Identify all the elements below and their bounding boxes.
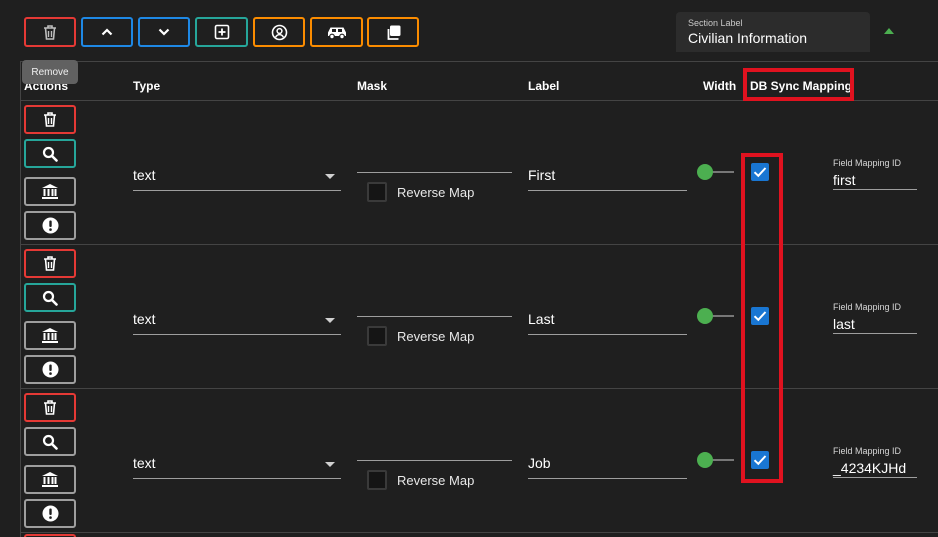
exclamation-icon xyxy=(42,361,58,378)
caret-down-icon xyxy=(325,318,335,323)
type-select-value: text xyxy=(133,167,156,183)
mask-input[interactable] xyxy=(357,460,512,461)
type-select[interactable]: text xyxy=(133,445,341,479)
person-button[interactable] xyxy=(253,17,305,47)
search-icon xyxy=(42,434,58,450)
car-icon xyxy=(327,27,346,39)
trash-icon xyxy=(44,112,56,127)
type-select[interactable]: text xyxy=(133,157,341,191)
label-input-value: First xyxy=(528,167,556,183)
section-label-caption: Section Label xyxy=(688,18,743,28)
label-input[interactable]: Last xyxy=(528,301,687,335)
chevron-up-icon xyxy=(101,28,113,36)
table-border-top xyxy=(20,61,938,62)
reverse-map-checkbox[interactable] xyxy=(367,326,387,346)
section-label-field[interactable]: Section Label Civilian Information xyxy=(676,12,870,52)
field-mapping-value: first xyxy=(833,172,856,188)
caret-down-icon xyxy=(325,174,335,179)
reverse-map-checkbox[interactable] xyxy=(367,470,387,490)
mask-input[interactable] xyxy=(357,172,512,173)
delete-field-button[interactable] xyxy=(24,393,76,422)
vehicle-button[interactable] xyxy=(310,17,363,47)
bank-icon xyxy=(42,472,58,487)
table-row: text Reverse Map First Field Mapping ID firs… xyxy=(20,101,938,245)
label-input[interactable]: First xyxy=(528,157,687,191)
field-mapping-input[interactable]: first xyxy=(833,170,917,190)
copy-button[interactable] xyxy=(367,17,419,47)
width-slider-thumb[interactable] xyxy=(697,308,713,324)
mask-input[interactable] xyxy=(357,316,512,317)
reverse-map-label[interactable]: Reverse Map xyxy=(397,185,474,200)
type-select[interactable]: text xyxy=(133,301,341,335)
header-label: Label xyxy=(528,79,560,93)
delete-field-button[interactable] xyxy=(24,249,76,278)
bank-icon xyxy=(42,184,58,199)
trash-icon xyxy=(44,400,56,415)
table-row: text Reverse Map Job Field Mapping ID _4234K… xyxy=(20,389,938,533)
label-input-value: Job xyxy=(528,455,551,471)
plus-square-icon xyxy=(214,24,229,40)
delete-section-button[interactable] xyxy=(24,17,76,47)
reverse-map-checkbox[interactable] xyxy=(367,182,387,202)
bank-icon xyxy=(42,328,58,343)
chevron-down-icon xyxy=(158,28,170,36)
bank-field-button[interactable] xyxy=(24,465,76,494)
search-field-button[interactable] xyxy=(24,139,76,168)
required-field-button[interactable] xyxy=(24,355,76,384)
db-sync-header-highlight xyxy=(743,68,854,101)
label-input[interactable]: Job xyxy=(528,445,687,479)
header-width: Width xyxy=(703,79,737,93)
exclamation-icon xyxy=(42,505,58,522)
type-select-value: text xyxy=(133,311,156,327)
section-label-value[interactable]: Civilian Information xyxy=(688,30,858,46)
field-mapping-value: last xyxy=(833,316,855,332)
header-mask: Mask xyxy=(357,79,388,93)
delete-field-button[interactable] xyxy=(24,105,76,134)
field-mapping-value: _4234KJHd xyxy=(833,460,907,476)
search-field-button[interactable] xyxy=(24,283,76,312)
add-field-button[interactable] xyxy=(195,17,248,47)
width-slider-thumb[interactable] xyxy=(697,164,713,180)
label-input-value: Last xyxy=(528,311,555,327)
remove-tooltip: Remove xyxy=(22,60,78,84)
trash-icon xyxy=(44,24,56,40)
caret-down-icon xyxy=(325,462,335,467)
trash-icon xyxy=(44,256,56,271)
move-up-button[interactable] xyxy=(81,17,133,47)
header-type: Type xyxy=(133,79,161,93)
search-icon xyxy=(42,290,58,306)
collapse-arrow-icon[interactable] xyxy=(884,28,894,34)
exclamation-icon xyxy=(42,217,58,234)
field-mapping-caption: Field Mapping ID xyxy=(833,446,902,456)
reverse-map-label[interactable]: Reverse Map xyxy=(397,329,474,344)
type-select-value: text xyxy=(133,455,156,471)
table-row: text Reverse Map Last Field Mapping ID last xyxy=(20,245,938,389)
bank-field-button[interactable] xyxy=(24,177,76,206)
width-slider-thumb[interactable] xyxy=(697,452,713,468)
field-mapping-input[interactable]: _4234KJHd xyxy=(833,458,917,478)
move-down-button[interactable] xyxy=(138,17,190,47)
required-field-button[interactable] xyxy=(24,499,76,528)
form-builder: Section Label Civilian Information Actio… xyxy=(0,0,938,537)
bank-field-button[interactable] xyxy=(24,321,76,350)
search-icon xyxy=(42,146,58,162)
search-field-button[interactable] xyxy=(24,427,76,456)
required-field-button[interactable] xyxy=(24,211,76,240)
person-circle-icon xyxy=(271,24,287,40)
copy-icon xyxy=(387,25,400,40)
reverse-map-label[interactable]: Reverse Map xyxy=(397,473,474,488)
field-mapping-input[interactable]: last xyxy=(833,314,917,334)
field-mapping-caption: Field Mapping ID xyxy=(833,302,902,312)
db-sync-column-highlight xyxy=(741,153,783,483)
field-mapping-caption: Field Mapping ID xyxy=(833,158,902,168)
